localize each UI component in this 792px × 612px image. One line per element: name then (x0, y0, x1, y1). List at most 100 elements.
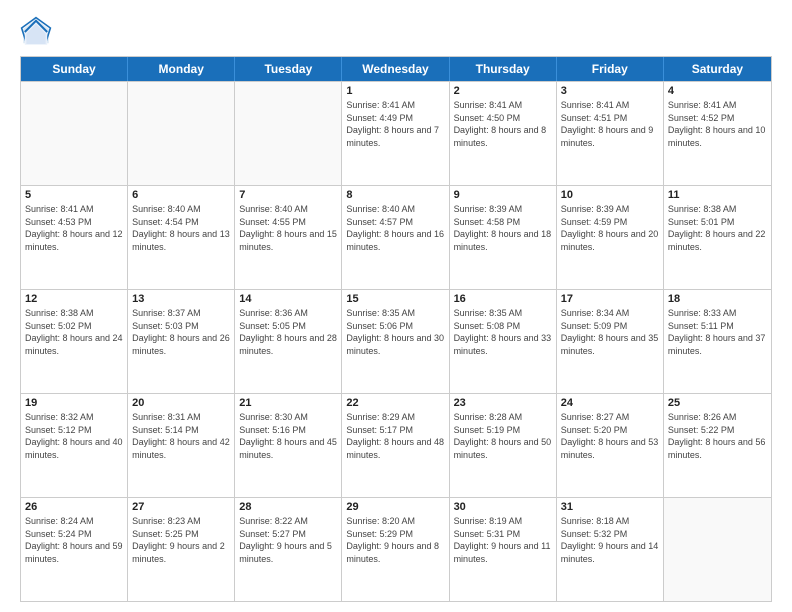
cal-cell-2: 2 Sunrise: 8:41 AMSunset: 4:50 PMDaylight… (450, 82, 557, 185)
day-number: 31 (561, 501, 659, 513)
day-number: 28 (239, 501, 337, 513)
day-number: 20 (132, 397, 230, 409)
cal-cell-12: 12 Sunrise: 8:38 AMSunset: 5:02 PMDayligh… (21, 290, 128, 393)
header (20, 16, 772, 48)
day-detail: Sunrise: 8:23 AMSunset: 5:25 PMDaylight:… (132, 515, 230, 565)
day-number: 23 (454, 397, 552, 409)
day-number: 22 (346, 397, 444, 409)
week-row-2: 12 Sunrise: 8:38 AMSunset: 5:02 PMDayligh… (21, 289, 771, 393)
cal-cell-empty-4-6 (664, 498, 771, 601)
week-row-0: 1 Sunrise: 8:41 AMSunset: 4:49 PMDaylight… (21, 81, 771, 185)
day-number: 10 (561, 189, 659, 201)
cal-cell-7: 7Sunrise: 8:40 AMSunset: 4:55 PMDaylight… (235, 186, 342, 289)
day-detail: Sunrise: 8:19 AMSunset: 5:31 PMDaylight:… (454, 515, 552, 565)
cal-cell-15: 15 Sunrise: 8:35 AMSunset: 5:06 PMDayligh… (342, 290, 449, 393)
day-number: 5 (25, 189, 123, 201)
cal-cell-27: 27 Sunrise: 8:23 AMSunset: 5:25 PMDayligh… (128, 498, 235, 601)
day-detail: Sunrise: 8:36 AMSunset: 5:05 PMDaylight:… (239, 307, 337, 357)
day-detail: Sunrise: 8:33 AMSunset: 5:11 PMDaylight:… (668, 307, 767, 357)
day-detail: Sunrise: 8:27 AMSunset: 5:20 PMDaylight:… (561, 411, 659, 461)
cal-cell-11: 11 Sunrise: 8:38 AMSunset: 5:01 PMDayligh… (664, 186, 771, 289)
cal-cell-25: 25 Sunrise: 8:26 AMSunset: 5:22 PMDayligh… (664, 394, 771, 497)
cal-cell-empty-0-0 (21, 82, 128, 185)
day-detail: Sunrise: 8:32 AMSunset: 5:12 PMDaylight:… (25, 411, 123, 461)
cal-cell-8: 8Sunrise: 8:40 AMSunset: 4:57 PMDaylight… (342, 186, 449, 289)
day-detail: Sunrise: 8:41 AMSunset: 4:49 PMDaylight:… (346, 99, 444, 149)
day-detail: Sunrise: 8:35 AMSunset: 5:08 PMDaylight:… (454, 307, 552, 357)
day-detail: Sunrise: 8:41 AMSunset: 4:50 PMDaylight:… (454, 99, 552, 149)
cal-cell-14: 14 Sunrise: 8:36 AMSunset: 5:05 PMDayligh… (235, 290, 342, 393)
day-number: 7 (239, 189, 337, 201)
day-detail: Sunrise: 8:41 AMSunset: 4:53 PMDaylight:… (25, 203, 123, 253)
header-day-monday: Monday (128, 57, 235, 81)
cal-cell-28: 28 Sunrise: 8:22 AMSunset: 5:27 PMDayligh… (235, 498, 342, 601)
cal-cell-empty-0-1 (128, 82, 235, 185)
header-day-saturday: Saturday (664, 57, 771, 81)
day-number: 19 (25, 397, 123, 409)
day-detail: Sunrise: 8:35 AMSunset: 5:06 PMDaylight:… (346, 307, 444, 357)
cal-cell-18: 18Sunrise: 8:33 AMSunset: 5:11 PMDayligh… (664, 290, 771, 393)
header-day-wednesday: Wednesday (342, 57, 449, 81)
cal-cell-9: 9 Sunrise: 8:39 AMSunset: 4:58 PMDaylight… (450, 186, 557, 289)
cal-cell-empty-0-2 (235, 82, 342, 185)
day-detail: Sunrise: 8:30 AMSunset: 5:16 PMDaylight:… (239, 411, 337, 461)
day-detail: Sunrise: 8:22 AMSunset: 5:27 PMDaylight:… (239, 515, 337, 565)
day-detail: Sunrise: 8:20 AMSunset: 5:29 PMDaylight:… (346, 515, 444, 565)
cal-cell-4: 4Sunrise: 8:41 AMSunset: 4:52 PMDaylight… (664, 82, 771, 185)
day-detail: Sunrise: 8:41 AMSunset: 4:51 PMDaylight:… (561, 99, 659, 149)
day-detail: Sunrise: 8:31 AMSunset: 5:14 PMDaylight:… (132, 411, 230, 461)
day-number: 4 (668, 85, 767, 97)
day-number: 29 (346, 501, 444, 513)
cal-cell-24: 24 Sunrise: 8:27 AMSunset: 5:20 PMDayligh… (557, 394, 664, 497)
cal-cell-22: 22 Sunrise: 8:29 AMSunset: 5:17 PMDayligh… (342, 394, 449, 497)
day-number: 25 (668, 397, 767, 409)
day-detail: Sunrise: 8:26 AMSunset: 5:22 PMDaylight:… (668, 411, 767, 461)
logo-icon (20, 16, 52, 48)
day-detail: Sunrise: 8:38 AMSunset: 5:01 PMDaylight:… (668, 203, 767, 253)
day-number: 14 (239, 293, 337, 305)
day-number: 15 (346, 293, 444, 305)
cal-cell-5: 5 Sunrise: 8:41 AMSunset: 4:53 PMDaylight… (21, 186, 128, 289)
day-number: 9 (454, 189, 552, 201)
cal-cell-29: 29 Sunrise: 8:20 AMSunset: 5:29 PMDayligh… (342, 498, 449, 601)
day-detail: Sunrise: 8:29 AMSunset: 5:17 PMDaylight:… (346, 411, 444, 461)
calendar: SundayMondayTuesdayWednesdayThursdayFrid… (20, 56, 772, 602)
day-number: 27 (132, 501, 230, 513)
day-number: 6 (132, 189, 230, 201)
cal-cell-1: 1 Sunrise: 8:41 AMSunset: 4:49 PMDaylight… (342, 82, 449, 185)
calendar-header: SundayMondayTuesdayWednesdayThursdayFrid… (21, 57, 771, 81)
day-detail: Sunrise: 8:38 AMSunset: 5:02 PMDaylight:… (25, 307, 123, 357)
cal-cell-30: 30 Sunrise: 8:19 AMSunset: 5:31 PMDayligh… (450, 498, 557, 601)
week-row-1: 5 Sunrise: 8:41 AMSunset: 4:53 PMDaylight… (21, 185, 771, 289)
day-number: 16 (454, 293, 552, 305)
day-number: 30 (454, 501, 552, 513)
day-detail: Sunrise: 8:40 AMSunset: 4:57 PMDaylight:… (346, 203, 444, 253)
day-number: 26 (25, 501, 123, 513)
calendar-body: 1 Sunrise: 8:41 AMSunset: 4:49 PMDaylight… (21, 81, 771, 601)
day-number: 2 (454, 85, 552, 97)
day-detail: Sunrise: 8:39 AMSunset: 4:58 PMDaylight:… (454, 203, 552, 253)
day-detail: Sunrise: 8:18 AMSunset: 5:32 PMDaylight:… (561, 515, 659, 565)
day-number: 12 (25, 293, 123, 305)
day-number: 13 (132, 293, 230, 305)
day-number: 11 (668, 189, 767, 201)
day-number: 3 (561, 85, 659, 97)
day-detail: Sunrise: 8:37 AMSunset: 5:03 PMDaylight:… (132, 307, 230, 357)
cal-cell-20: 20 Sunrise: 8:31 AMSunset: 5:14 PMDayligh… (128, 394, 235, 497)
cal-cell-21: 21Sunrise: 8:30 AMSunset: 5:16 PMDayligh… (235, 394, 342, 497)
cal-cell-23: 23Sunrise: 8:28 AMSunset: 5:19 PMDayligh… (450, 394, 557, 497)
header-day-thursday: Thursday (450, 57, 557, 81)
day-detail: Sunrise: 8:24 AMSunset: 5:24 PMDaylight:… (25, 515, 123, 565)
day-detail: Sunrise: 8:40 AMSunset: 4:54 PMDaylight:… (132, 203, 230, 253)
cal-cell-31: 31 Sunrise: 8:18 AMSunset: 5:32 PMDayligh… (557, 498, 664, 601)
cal-cell-19: 19 Sunrise: 8:32 AMSunset: 5:12 PMDayligh… (21, 394, 128, 497)
day-number: 24 (561, 397, 659, 409)
day-number: 1 (346, 85, 444, 97)
cal-cell-3: 3 Sunrise: 8:41 AMSunset: 4:51 PMDaylight… (557, 82, 664, 185)
cal-cell-13: 13 Sunrise: 8:37 AMSunset: 5:03 PMDayligh… (128, 290, 235, 393)
cal-cell-16: 16 Sunrise: 8:35 AMSunset: 5:08 PMDayligh… (450, 290, 557, 393)
cal-cell-17: 17Sunrise: 8:34 AMSunset: 5:09 PMDayligh… (557, 290, 664, 393)
cal-cell-6: 6 Sunrise: 8:40 AMSunset: 4:54 PMDaylight… (128, 186, 235, 289)
header-day-tuesday: Tuesday (235, 57, 342, 81)
header-day-sunday: Sunday (21, 57, 128, 81)
